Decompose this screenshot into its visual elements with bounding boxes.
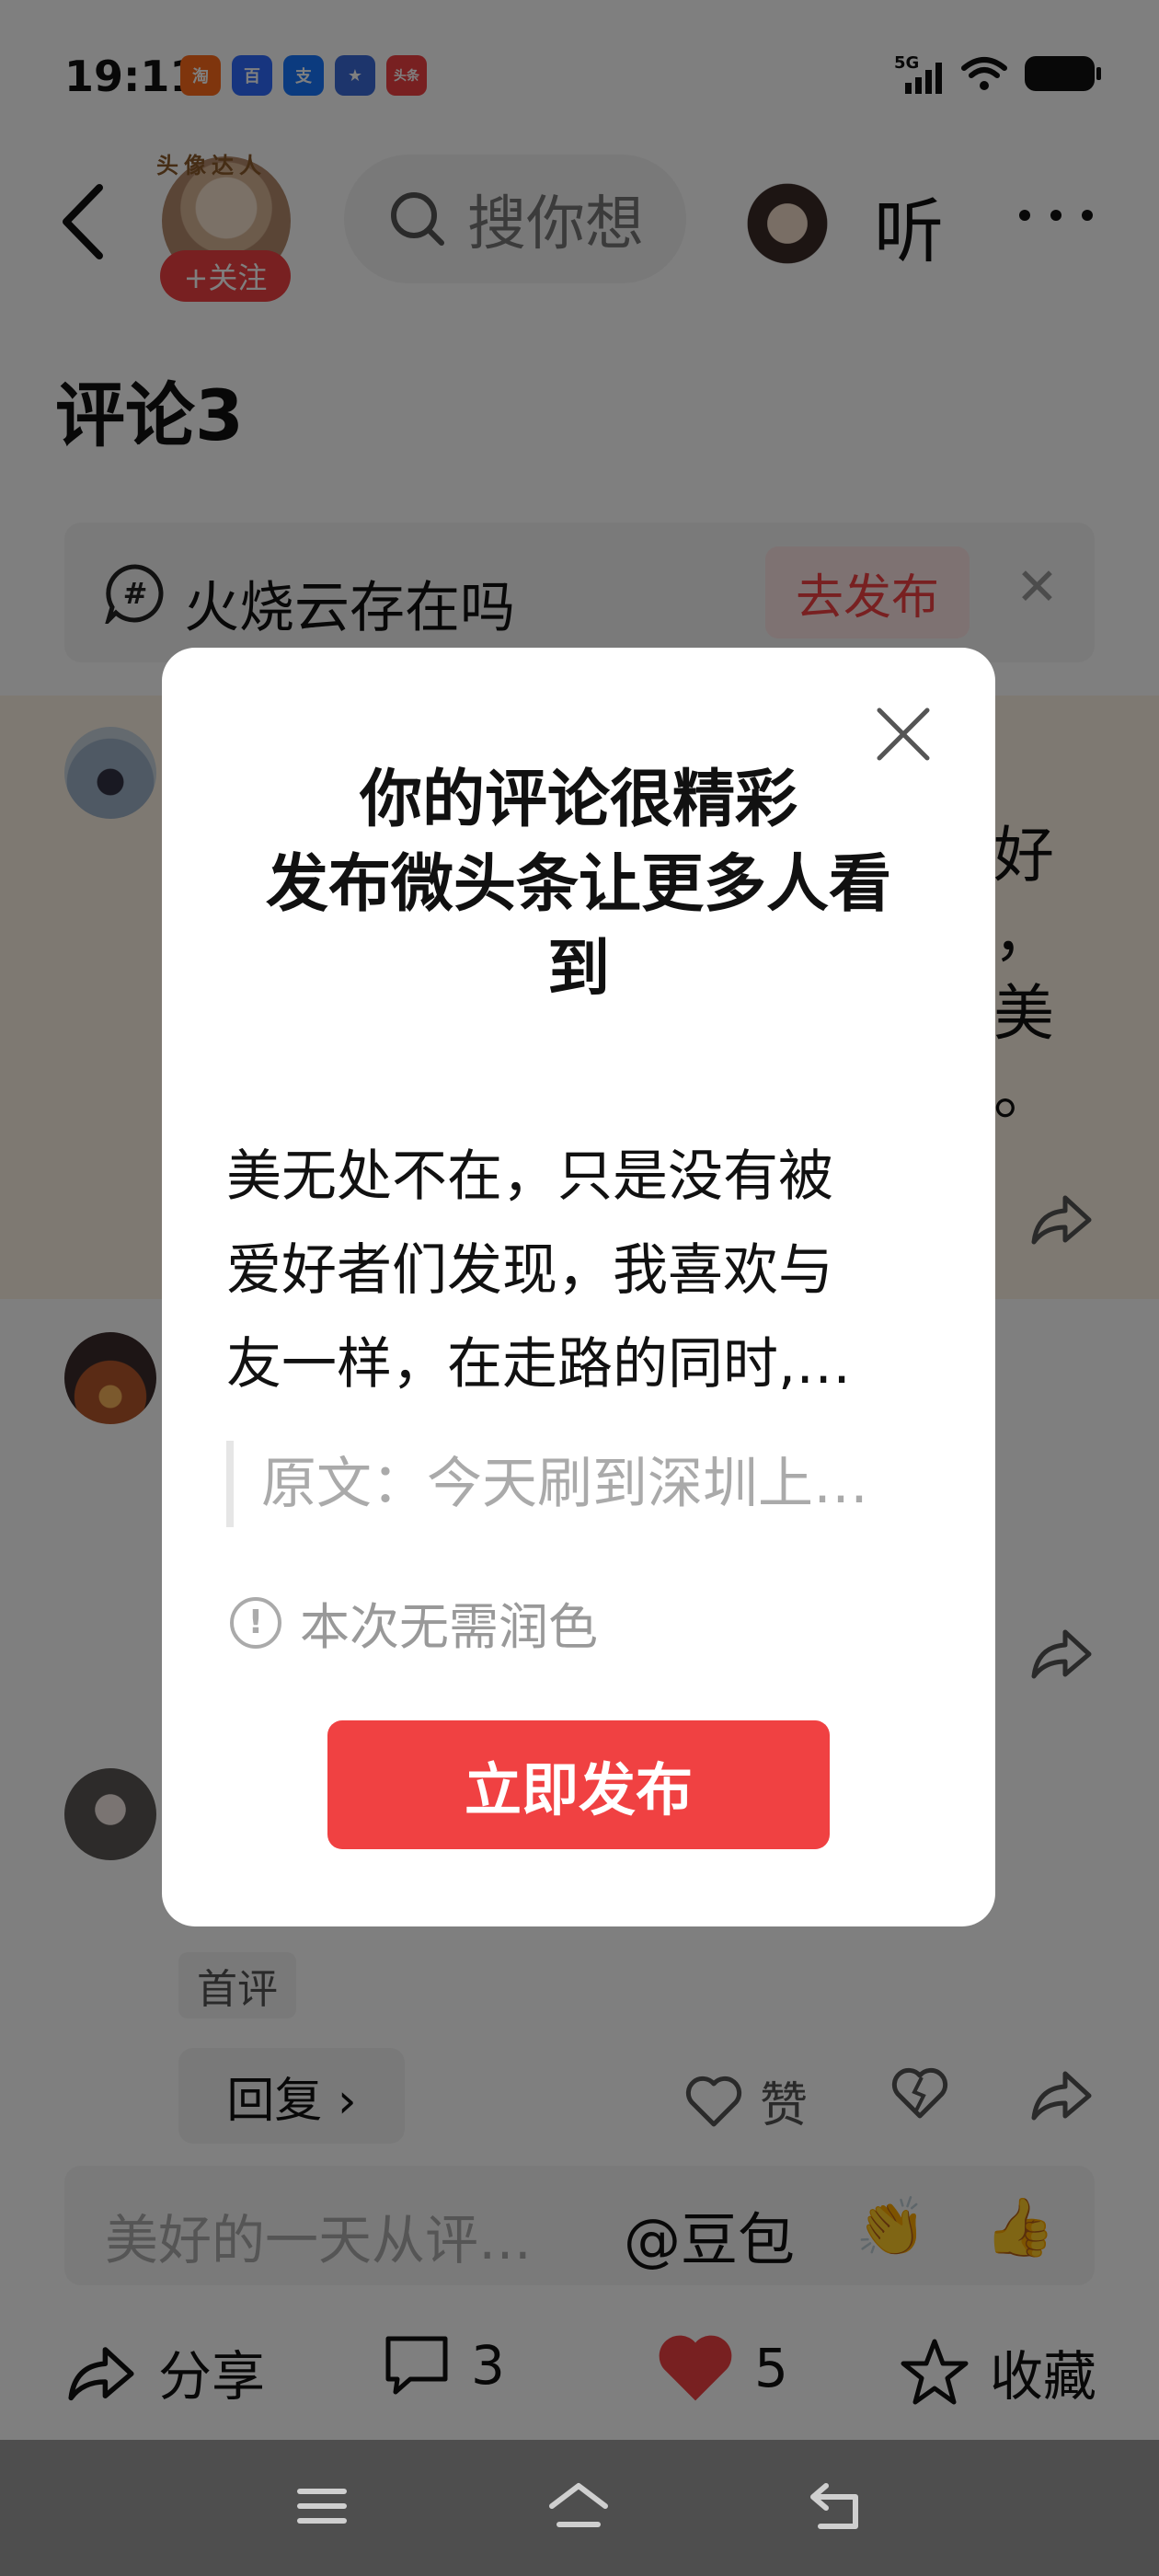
comment-preview-line: 爱好者们发现，我喜欢与 <box>226 1238 833 1303</box>
info-icon: ! <box>230 1596 281 1649</box>
dialog-title-line: 你的评论很精彩 <box>359 764 798 836</box>
home-icon[interactable] <box>546 2480 611 2532</box>
polish-note-text: 本次无需润色 <box>300 1598 598 1656</box>
publish-now-button[interactable]: 立即发布 <box>327 1720 830 1849</box>
comment-preview-line: 美无处不在，只是没有被 <box>226 1144 833 1209</box>
publish-dialog: 你的评论很精彩 发布微头条让更多人看 到 美无处不在，只是没有被 爱好者们发现，… <box>162 648 995 1926</box>
comment-preview-line: 友一样，在走路的同时,… <box>226 1332 852 1397</box>
back-nav-icon[interactable] <box>808 2480 865 2532</box>
polish-note: ! 本次无需润色 <box>230 1586 598 1659</box>
system-nav-bar <box>0 2440 1159 2576</box>
menu-icon[interactable] <box>296 2480 348 2532</box>
dialog-title-line: 到 <box>546 933 610 1006</box>
dialog-title: 你的评论很精彩 发布微头条让更多人看 到 <box>217 758 940 1012</box>
original-quote: 原文：今天刷到深圳上… <box>226 1441 925 1527</box>
dialog-title-line: 发布微头条让更多人看 <box>265 848 891 921</box>
comment-preview: 美无处不在，只是没有被 爱好者们发现，我喜欢与 友一样，在走路的同时,… <box>226 1130 925 1411</box>
close-icon[interactable] <box>874 705 933 764</box>
